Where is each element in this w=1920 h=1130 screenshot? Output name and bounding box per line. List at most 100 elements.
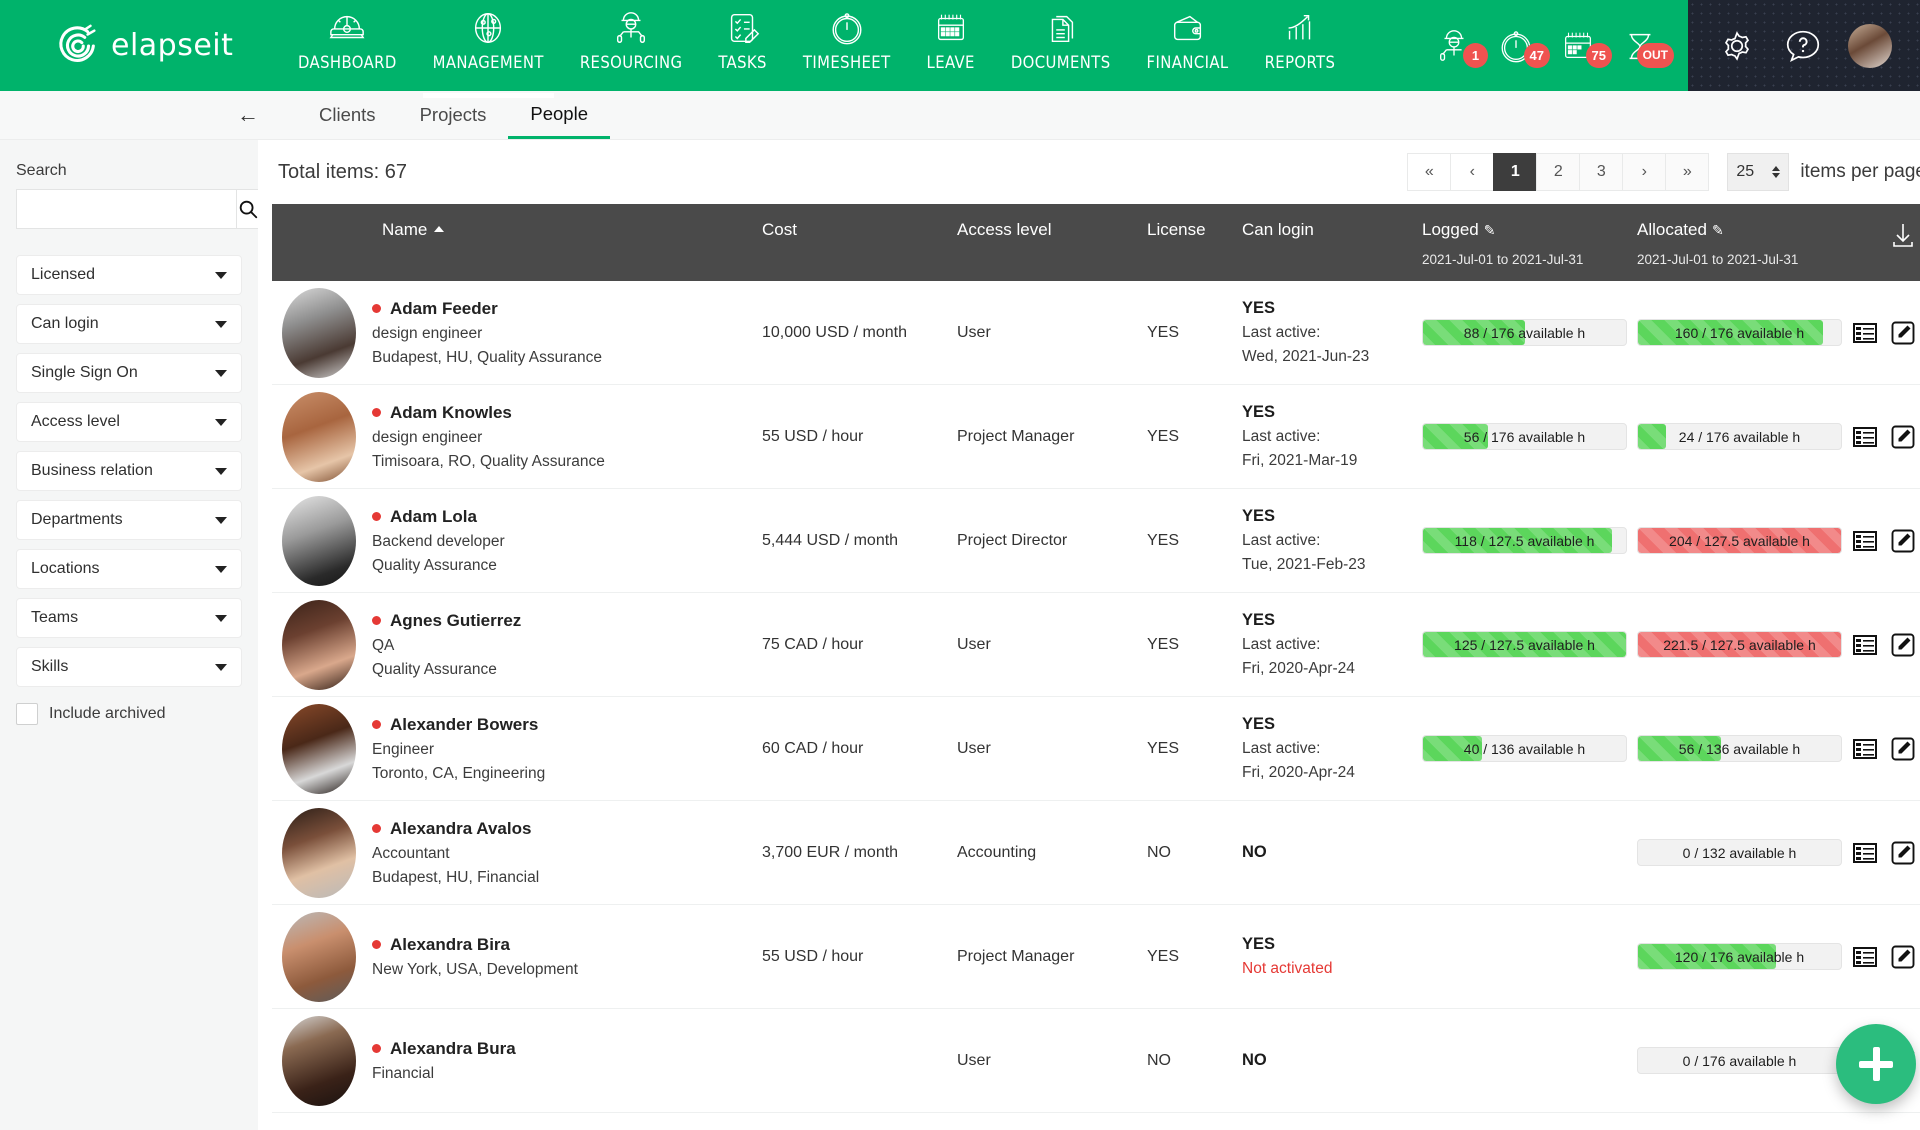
nav-item-reports[interactable]: REPORTS [1247,7,1354,91]
filter-can-login[interactable]: Can login [16,304,242,344]
list-details-icon[interactable] [1852,840,1878,866]
table-row[interactable]: Alexandra Bira New York, USA, Development… [272,905,1920,1009]
filter-single-sign-on[interactable]: Single Sign On [16,353,242,393]
person-name: Alexandra Avalos [372,819,539,839]
filter-teams[interactable]: Teams [16,598,242,638]
edit-pencil-icon[interactable] [1890,320,1916,346]
access-level-cell: User [957,635,991,653]
edit-pencil-icon[interactable] [1890,944,1916,970]
gear-icon[interactable] [1716,25,1758,67]
last-active-date: Tue, 2021-Feb-23 [1242,556,1366,573]
alert-timesheet[interactable]: 47 [1494,24,1550,68]
nav-item-financial[interactable]: FINANCIAL [1129,7,1247,91]
items-per-page-select[interactable]: 25 [1727,153,1790,191]
brand-logo-area[interactable]: elapseit [0,0,280,91]
include-archived-checkbox[interactable] [16,703,38,725]
column-header-access-level[interactable]: Access level [957,220,1147,240]
filter-locations[interactable]: Locations [16,549,242,589]
log-progress-bar: 40 / 136 available h [1422,735,1627,762]
list-details-icon[interactable] [1852,736,1878,762]
list-details-icon[interactable] [1852,528,1878,554]
filter-business-relation[interactable]: Business relation [16,451,242,491]
person-name-cell[interactable]: Alexander Bowers Engineer Toronto, CA, Eng… [272,703,762,794]
tab-people[interactable]: People [508,91,610,139]
person-name-cell[interactable]: Alexandra Avalos Accountant Budapest, HU, … [272,807,762,898]
filter-label: Access level [31,413,120,430]
alert-out[interactable]: OUT [1618,24,1674,68]
page-next-button[interactable]: › [1622,153,1667,191]
person-location: Financial [372,1064,435,1082]
search-button[interactable] [236,189,260,229]
filter-licensed[interactable]: Licensed [16,255,242,295]
nav-item-tasks[interactable]: TASKS [700,7,785,91]
list-details-icon[interactable] [1852,944,1878,970]
page-2-button[interactable]: 2 [1536,153,1581,191]
alert-resourcing[interactable]: 1 [1432,24,1488,68]
column-header-allocated[interactable]: Allocated ✎ 2021-Jul-01 to 2021-Jul-31 [1637,220,1852,267]
table-row[interactable]: Alexandra Avalos Accountant Budapest, HU, … [272,801,1920,905]
page-prev-button[interactable]: ‹ [1450,153,1495,191]
row-actions [1852,736,1920,762]
edit-pencil-icon[interactable] [1890,528,1916,554]
avatar[interactable] [1848,23,1892,68]
page-1-button[interactable]: 1 [1493,153,1538,191]
filter-skills[interactable]: Skills [16,647,242,687]
person-name-cell[interactable]: Adam Lola Backend developer Quality Assura… [272,495,762,586]
nav-item-leave[interactable]: LEAVE [909,7,993,91]
tab-clients[interactable]: Clients [297,91,398,139]
table-row[interactable]: Alexandra Bura Financial User NO NO 0 / 176 a… [272,1009,1920,1113]
table-row[interactable]: Adam Feeder design engineer Budapest, HU, … [272,281,1920,385]
table-row[interactable]: Agnes Gutierrez QA Quality Assurance 75 CAD… [272,593,1920,697]
nav-item-dashboard[interactable]: DASHBOARD [280,7,415,91]
pencil-icon[interactable]: ✎ [1484,222,1496,238]
add-person-fab[interactable] [1836,1024,1916,1104]
nav-item-documents[interactable]: DOCUMENTS [993,7,1129,91]
utility-zone [1688,0,1920,91]
row-actions [1852,320,1920,346]
table-row[interactable]: Adam Lola Backend developer Quality Assura… [272,489,1920,593]
page-first-button[interactable]: « [1407,153,1452,191]
page-3-button[interactable]: 3 [1579,153,1624,191]
table-row[interactable]: Adam Knowles design engineer Timisoara, RO… [272,385,1920,489]
pencil-icon[interactable]: ✎ [1712,222,1724,238]
status-dot-icon [372,1044,381,1053]
not-activated-text: Not activated [1242,960,1333,977]
question-bubble-icon[interactable] [1782,25,1824,67]
edit-pencil-icon[interactable] [1890,632,1916,658]
filter-access-level[interactable]: Access level [16,402,242,442]
column-header-logged[interactable]: Logged ✎ 2021-Jul-01 to 2021-Jul-31 [1422,220,1637,267]
column-header-license[interactable]: License [1147,220,1242,240]
list-details-icon[interactable] [1852,320,1878,346]
edit-pencil-icon[interactable] [1890,736,1916,762]
person-name-cell[interactable]: Alexandra Bira New York, USA, Development [272,911,762,1002]
column-header-cost[interactable]: Cost [762,220,957,240]
download-icon[interactable] [1888,220,1918,250]
filter-departments[interactable]: Departments [16,500,242,540]
back-arrow-icon[interactable]: ← [237,104,259,126]
alloc-progress-text: 204 / 127.5 available h [1669,532,1810,549]
alert-leave[interactable]: 75 [1556,24,1612,68]
nav-item-management[interactable]: MANAGEMENT [415,7,562,98]
page-last-button[interactable]: » [1665,153,1710,191]
edit-pencil-icon[interactable] [1890,840,1916,866]
table-row[interactable]: Alexander Bowers Engineer Toronto, CA, Eng… [272,697,1920,801]
list-details-icon[interactable] [1852,632,1878,658]
person-name-cell[interactable]: Adam Knowles design engineer Timisoara, RO… [272,391,762,482]
search-input[interactable] [16,189,236,229]
can-login-value: YES [1242,611,1276,629]
alloc-progress-bar: 0 / 132 available h [1637,839,1842,866]
status-dot-icon [372,616,381,625]
alloc-progress-text: 120 / 176 available h [1674,948,1805,965]
include-archived-row[interactable]: Include archived [16,703,242,725]
column-header-name[interactable]: Name [272,220,762,240]
list-details-icon[interactable] [1852,424,1878,450]
person-name-cell[interactable]: Alexandra Bura Financial [272,1015,762,1106]
nav-item-resourcing[interactable]: RESOURCING [562,7,701,91]
column-header-can-login[interactable]: Can login [1242,220,1422,240]
edit-pencil-icon[interactable] [1890,424,1916,450]
tab-projects[interactable]: Projects [398,91,509,139]
person-name-cell[interactable]: Adam Feeder design engineer Budapest, HU, … [272,287,762,378]
person-name: Alexandra Bura [372,1039,516,1059]
person-name-cell[interactable]: Agnes Gutierrez QA Quality Assurance [272,599,762,690]
nav-item-timesheet[interactable]: TIMESHEET [785,7,909,91]
